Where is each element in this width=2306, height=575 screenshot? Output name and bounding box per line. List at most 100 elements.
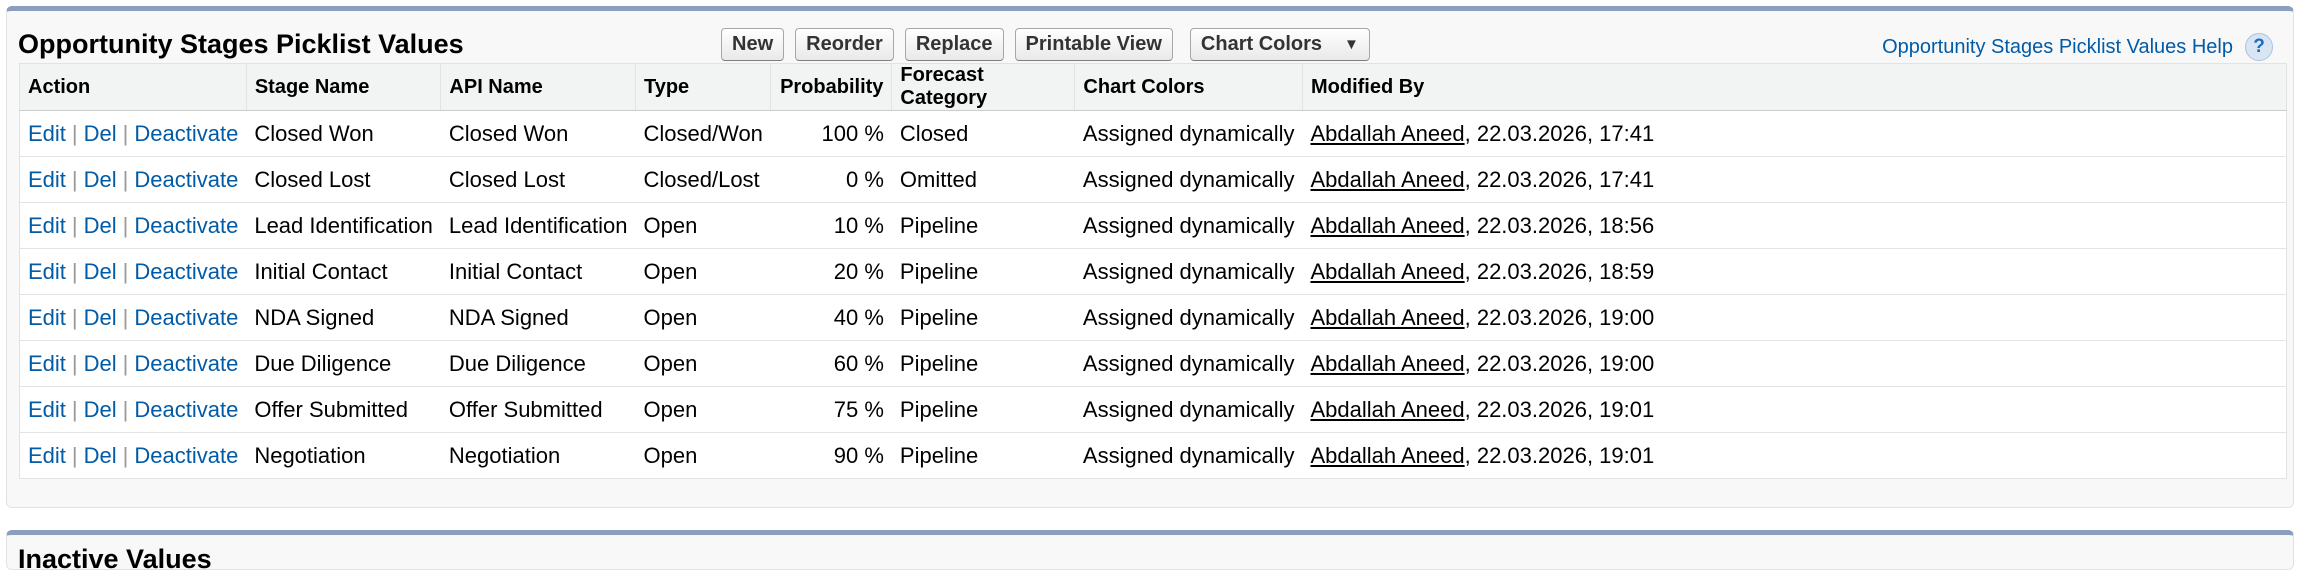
modified-date: , 22.03.2026, 18:56 <box>1464 212 1655 238</box>
type-cell: Open <box>635 248 771 295</box>
replace-button[interactable]: Replace <box>904 28 1004 61</box>
edit-link[interactable]: Edit <box>28 443 66 468</box>
column-header: Type <box>635 63 772 111</box>
user-link[interactable]: Abdallah Aneed <box>1310 213 1464 238</box>
delete-link[interactable]: Del <box>84 351 117 376</box>
api-name-cell: NDA Signed <box>440 294 636 341</box>
action-cell: Edit | Del | Deactivate <box>20 433 247 479</box>
separator: | <box>71 350 78 376</box>
forecast-category-cell: Pipeline <box>891 248 1075 295</box>
separator: | <box>71 166 78 192</box>
type-cell: Open <box>643 442 698 468</box>
type-cell: Closed/Won <box>635 110 771 157</box>
caret-down-icon: ▼ <box>1344 36 1359 53</box>
inactive-section-title: Inactive Values <box>18 544 212 574</box>
edit-link[interactable]: Edit <box>28 397 66 422</box>
column-header: Forecast Category <box>891 63 1076 111</box>
forecast-category-cell: Pipeline <box>891 202 1075 249</box>
deactivate-link[interactable]: Deactivate <box>134 121 238 146</box>
action-cell: Edit | Del | Deactivate <box>19 248 247 295</box>
inactive-values-panel: Inactive Values <box>6 530 2294 574</box>
user-link[interactable]: Abdallah Aneed <box>1310 351 1464 376</box>
help-icon[interactable]: ? <box>2245 33 2273 61</box>
printable-view-button[interactable]: Printable View <box>1014 28 1173 61</box>
edit-link[interactable]: Edit <box>28 167 66 192</box>
modified-date: , 22.03.2026, 18:59 <box>1464 258 1655 284</box>
separator: | <box>122 442 129 468</box>
modified-date: , 22.03.2026, 17:41 <box>1464 120 1655 146</box>
api-name-cell: Offer Submitted <box>440 386 636 433</box>
type-cell: Open <box>635 340 771 387</box>
delete-link[interactable]: Del <box>84 213 117 238</box>
action-cell: Edit | Del | Deactivate <box>19 294 247 341</box>
chart-colors-cell: Assigned dynamically <box>1074 340 1303 387</box>
user-link[interactable]: Abdallah Aneed <box>1310 443 1464 468</box>
deactivate-link[interactable]: Deactivate <box>134 213 238 238</box>
deactivate-link[interactable]: Deactivate <box>134 443 238 468</box>
stage-name-cell: NDA Signed <box>246 294 441 341</box>
action-cell: Edit | Del | Deactivate <box>19 156 247 203</box>
separator: | <box>71 212 78 238</box>
table-row: Edit | Del | Deactivate Closed Won Closed Won C… <box>19 110 2287 157</box>
modified-by-cell: Abdallah Aneed, 22.03.2026, 17:41 <box>1302 156 2287 203</box>
api-name-cell: Closed Lost <box>440 156 636 203</box>
column-header: Modified By <box>1302 63 2287 111</box>
help-link[interactable]: Opportunity Stages Picklist Values Help <box>1882 36 2233 59</box>
forecast-category-cell: Closed <box>891 110 1075 157</box>
type-cell: Open <box>635 202 771 249</box>
delete-link[interactable]: Del <box>84 121 117 146</box>
delete-link[interactable]: Del <box>84 167 117 192</box>
probability-cell: 90 % <box>833 442 884 468</box>
delete-link[interactable]: Del <box>84 443 117 468</box>
probability-cell: 60 % <box>770 340 892 387</box>
column-header: Stage Name <box>246 63 442 111</box>
edit-link[interactable]: Edit <box>28 351 66 376</box>
stage-name-cell: Offer Submitted <box>246 386 441 433</box>
table-row: Edit | Del | Deactivate NDA Signed NDA Signed O… <box>19 294 2287 341</box>
deactivate-link[interactable]: Deactivate <box>134 167 238 192</box>
action-cell: Edit | Del | Deactivate <box>19 340 247 387</box>
delete-link[interactable]: Del <box>84 259 117 284</box>
type-cell: Open <box>635 386 771 433</box>
user-link[interactable]: Abdallah Aneed <box>1310 397 1464 422</box>
modified-by-cell: Abdallah Aneed, 22.03.2026, 18:56 <box>1302 202 2287 249</box>
picklist-table: Action Stage Name API Name Type Probability F… <box>19 63 2287 479</box>
separator: | <box>71 396 78 422</box>
deactivate-link[interactable]: Deactivate <box>134 397 238 422</box>
modified-by-cell: Abdallah Aneed, 22.03.2026, 19:01 <box>1302 386 2287 433</box>
deactivate-link[interactable]: Deactivate <box>134 259 238 284</box>
stage-name-cell: Closed Lost <box>246 156 441 203</box>
separator: | <box>122 304 129 330</box>
edit-link[interactable]: Edit <box>28 305 66 330</box>
user-link[interactable]: Abdallah Aneed <box>1310 167 1464 192</box>
new-button[interactable]: New <box>721 28 785 61</box>
forecast-category-cell: Pipeline <box>899 442 979 468</box>
delete-link[interactable]: Del <box>84 305 117 330</box>
deactivate-link[interactable]: Deactivate <box>134 351 238 376</box>
reorder-button[interactable]: Reorder <box>795 28 894 61</box>
stage-name-cell: Closed Won <box>246 110 441 157</box>
separator: | <box>71 120 78 146</box>
modified-by-cell: Abdallah Aneed, 22.03.2026, 19:00 <box>1302 294 2287 341</box>
chart-colors-label: Chart Colors <box>1200 33 1323 55</box>
edit-link[interactable]: Edit <box>28 213 66 238</box>
modified-date: , 22.03.2026, 19:01 <box>1464 396 1655 422</box>
delete-link[interactable]: Del <box>84 397 117 422</box>
edit-link[interactable]: Edit <box>28 121 66 146</box>
stage-name-cell: Lead Identification <box>246 202 441 249</box>
separator: | <box>122 350 129 376</box>
forecast-category-cell: Omitted <box>891 156 1075 203</box>
action-cell: Edit | Del | Deactivate <box>19 202 247 249</box>
separator: | <box>122 396 129 422</box>
user-link[interactable]: Abdallah Aneed <box>1310 121 1464 146</box>
user-link[interactable]: Abdallah Aneed <box>1310 305 1464 330</box>
probability-cell: 75 % <box>770 386 892 433</box>
edit-link[interactable]: Edit <box>28 259 66 284</box>
deactivate-link[interactable]: Deactivate <box>134 305 238 330</box>
user-link[interactable]: Abdallah Aneed <box>1310 259 1464 284</box>
table-header-row: Action Stage Name API Name Type Probability F… <box>19 63 2287 111</box>
chart-colors-cell: Assigned dynamically <box>1074 110 1303 157</box>
column-header: Action <box>19 63 247 111</box>
chart-colors-dropdown[interactable]: Chart Colors ▼ <box>1189 28 1370 61</box>
probability-cell: 0 % <box>770 156 892 203</box>
